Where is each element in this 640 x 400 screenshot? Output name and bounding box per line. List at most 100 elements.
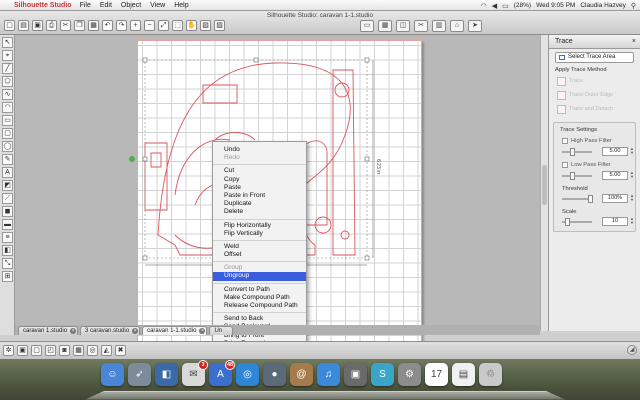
context-menu-item-release-compound-path[interactable]: Release Compound Path [213,302,306,310]
clock[interactable]: Wed 9:05 PM [536,2,575,9]
close-icon[interactable]: × [632,35,636,49]
stepper-icon[interactable]: ▲ ▼ [630,194,635,203]
resize-grip-icon[interactable]: ◢ [627,345,637,355]
user-name[interactable]: Claudia Hazvey [580,2,626,9]
menu-object[interactable]: Object [121,2,141,9]
context-menu-item-delete[interactable]: Delete [213,208,306,216]
context-menu-item-make-compound-path[interactable]: Make Compound Path [213,294,306,302]
low-pass-value[interactable]: 5.00 [602,171,628,180]
rectangle-tool-icon[interactable]: ▭ [2,115,13,126]
context-menu-item-duplicate[interactable]: Duplicate [213,200,306,208]
trace-method-outer-edge[interactable]: Trace Outer Edge [555,89,634,102]
threshold-value[interactable]: 100% [602,194,628,203]
facetime-icon[interactable]: ● [263,363,286,386]
silhouette-icon[interactable]: S [371,363,394,386]
arc-tool-icon[interactable]: ◠ [2,102,13,113]
close-tab-icon[interactable]: × [70,328,77,334]
paste-icon[interactable]: ▦ [88,20,99,31]
calendar-icon[interactable]: 17 [425,363,448,386]
align-icon[interactable]: ⊞ [2,271,13,282]
wifi-icon[interactable]: ◠ [481,2,487,10]
group-objects-icon[interactable]: ▣ [17,345,28,356]
open-icon[interactable]: ▤ [18,20,29,31]
mirror-icon[interactable]: ◭ [101,345,112,356]
close-tab-icon[interactable]: × [132,328,139,334]
zoom-in-icon[interactable]: + [130,20,141,31]
stepper-icon[interactable]: ▲ ▼ [630,217,635,226]
context-menu-item-offset[interactable]: Offset [213,251,306,259]
threshold-slider-thumb[interactable] [588,195,593,203]
weld-icon[interactable]: ◙ [59,345,70,356]
context-menu-item-copy[interactable]: Copy [213,176,306,184]
document-tab[interactable]: caravan 1-1.studio × [142,326,208,335]
trash-icon[interactable]: ♲ [479,363,502,386]
context-menu-item-undo[interactable]: Undo [213,146,306,154]
low-pass-slider-thumb[interactable] [569,172,575,180]
eraser-tool-icon[interactable]: ◩ [2,180,13,191]
offset-icon[interactable]: ◎ [87,345,98,356]
zoom-fit-icon[interactable]: ⤢ [158,20,169,31]
undo-icon[interactable]: ↶ [102,20,113,31]
ungroup-objects-icon[interactable]: ▢ [31,345,42,356]
menu-view[interactable]: View [150,2,165,9]
context-menu-item-convert-to-path[interactable]: Convert to Path [213,286,306,294]
library-icon[interactable]: ▥ [432,20,446,32]
edit-points-icon[interactable]: ⌖ [2,50,13,61]
online-store-icon[interactable]: ⌂ [450,20,464,32]
text-tool-icon[interactable]: A [2,167,13,178]
trace-method-detach[interactable]: Trace and Detach [555,103,634,116]
context-menu-item-weld[interactable]: Weld [213,243,306,251]
menu-help[interactable]: Help [174,2,188,9]
stepper-icon[interactable]: ▲ ▼ [630,171,635,180]
document-tab[interactable]: 3 caravan.studio × [80,326,141,335]
rounded-rect-tool-icon[interactable]: ▢ [2,128,13,139]
document-icon[interactable]: ▤ [452,363,475,386]
stepper-icon[interactable]: ▲ ▼ [630,147,635,156]
grid-settings-icon[interactable]: ▦ [378,20,392,32]
low-pass-filter-checkbox[interactable]: Low Pass Filter [562,161,629,169]
context-menu-item-paste[interactable]: Paste [213,184,306,192]
scale-slider-thumb[interactable] [564,218,570,226]
mail-icon[interactable]: ✉ 3 [182,360,208,386]
high-pass-filter-checkbox[interactable]: High Pass Filter [562,137,629,145]
app-menu-name[interactable]: Silhouette Studio [14,2,72,9]
iphoto-icon[interactable]: ▣ [344,363,367,386]
safari-icon[interactable]: ◎ [236,363,259,386]
save-icon[interactable]: ▣ [32,20,43,31]
print-icon[interactable]: ⎙ [46,20,57,31]
curve-tool-icon[interactable]: ∿ [2,89,13,100]
layers-icon[interactable]: ◧ [2,245,13,256]
replicate-icon[interactable]: ▦ [73,345,84,356]
scale-value[interactable]: 10 [602,217,628,226]
spotlight-icon[interactable]: ⚲ [631,2,636,10]
context-menu-item-send-to-back[interactable]: Send to Back [213,315,306,323]
volume-icon[interactable]: ◀ [492,2,497,10]
high-pass-slider[interactable] [562,151,592,153]
dashboard-icon[interactable]: ◧ [155,363,178,386]
menu-file[interactable]: File [80,2,91,9]
copy-icon[interactable]: ❐ [74,20,85,31]
high-pass-slider-thumb[interactable] [569,148,575,156]
scrollbar-thumb[interactable] [542,165,547,205]
snowflake-icon[interactable]: ✲ [3,345,14,356]
knife-tool-icon[interactable]: ⟋ [2,193,13,204]
polygon-tool-icon[interactable]: ⬠ [2,76,13,87]
delete-icon[interactable]: ✖ [115,345,126,356]
finder-icon[interactable]: ☺ [101,363,124,386]
cut-icon[interactable]: ✂ [60,20,71,31]
close-tab-icon[interactable]: × [199,328,206,334]
menu-edit[interactable]: Edit [100,2,112,9]
vertical-scrollbar[interactable] [540,35,548,331]
hand-icon[interactable]: ✋ [186,20,197,31]
cut-settings-icon[interactable]: ✂ [414,20,428,32]
group-icon[interactable]: ▧ [200,20,211,31]
select-trace-area-button[interactable]: Select Trace Area [555,52,634,63]
line-tool-icon[interactable]: ╱ [2,63,13,74]
redo-icon[interactable]: ↷ [116,20,127,31]
line-color-icon[interactable]: ▬ [2,219,13,230]
high-pass-value[interactable]: 5.00 [602,147,628,156]
send-to-silhouette-icon[interactable]: ➤ [468,20,482,32]
context-menu-item-flip-horizontally[interactable]: Flip Horizontally [213,222,306,230]
fill-color-icon[interactable]: ◼ [2,206,13,217]
ellipse-tool-icon[interactable]: ◯ [2,141,13,152]
